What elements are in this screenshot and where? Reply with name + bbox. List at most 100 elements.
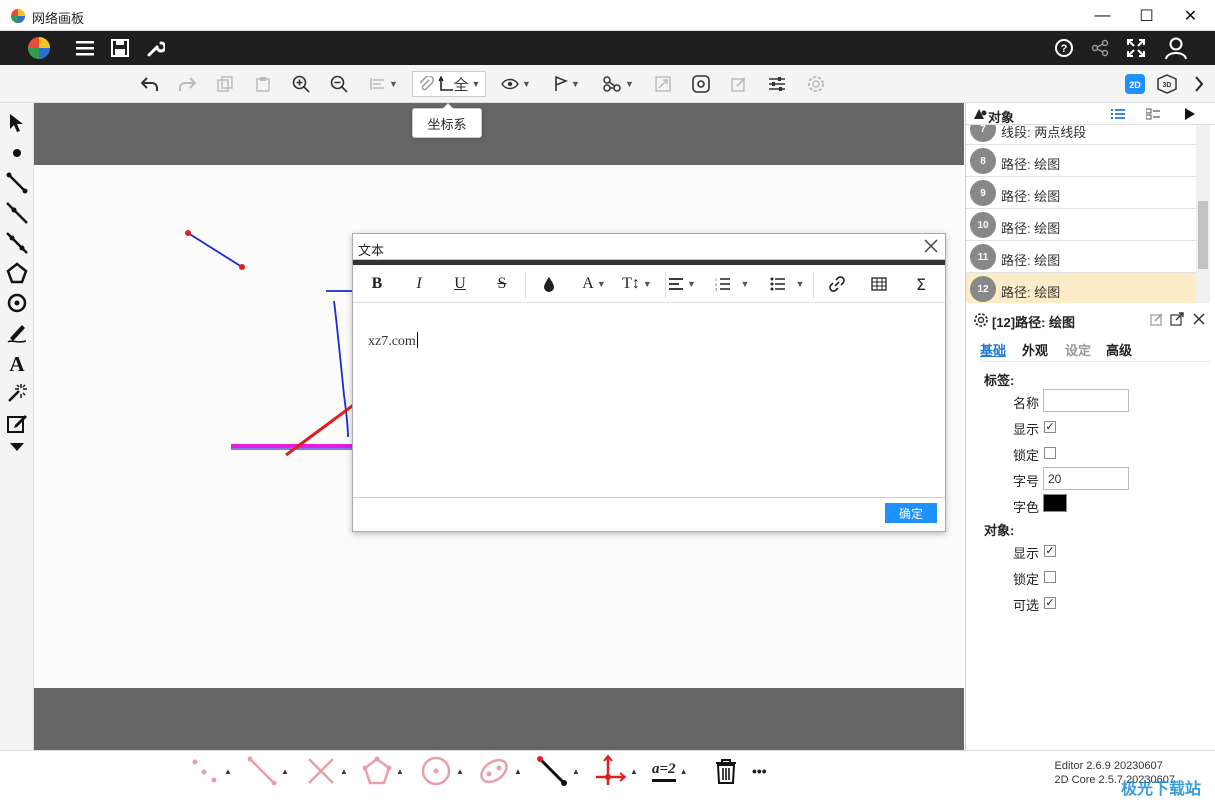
axis-icon [437, 76, 453, 91]
delete-icon[interactable] [714, 753, 738, 789]
circle-tool-group[interactable]: ▲ [420, 753, 464, 789]
object-lock-checkbox[interactable] [1044, 571, 1056, 583]
edit-icon[interactable] [728, 71, 750, 97]
detail-view-icon[interactable] [1146, 108, 1160, 120]
edit-properties-icon[interactable] [1150, 312, 1164, 326]
ray-tool-icon[interactable] [5, 201, 29, 225]
object-row-12[interactable]: 12 路径: 绘图 [966, 273, 1196, 303]
tab-appearance[interactable]: 外观 [1022, 340, 1048, 359]
align-text-dropdown[interactable]: ▼ [667, 272, 697, 296]
brand-logo-icon[interactable] [24, 35, 54, 61]
zoom-out-icon[interactable] [328, 71, 350, 97]
polygon-tool-group[interactable]: ▲ [362, 753, 404, 789]
tab-advanced[interactable]: 高级 [1106, 340, 1132, 359]
variable-tool-group[interactable]: a=2 ▲ [652, 753, 687, 789]
objects-scroll-thumb[interactable] [1198, 201, 1208, 269]
play-icon[interactable] [1184, 107, 1196, 121]
axes-tool-group[interactable]: ▲ [594, 753, 638, 789]
confirm-button[interactable]: 确定 [885, 503, 937, 523]
chevron-right-icon[interactable] [1190, 71, 1208, 97]
menu-icon[interactable] [72, 35, 98, 61]
popout-icon[interactable] [1170, 312, 1184, 326]
zoom-in-icon[interactable] [290, 71, 312, 97]
label-show-checkbox[interactable]: ✓ [1044, 421, 1056, 433]
select-arrow-icon[interactable] [5, 111, 29, 135]
strikethrough-button[interactable]: S [492, 272, 512, 296]
table-icon[interactable] [869, 272, 889, 296]
show-label: 显示 [1013, 422, 1040, 437]
text-editor[interactable]: xz7.com [353, 304, 945, 498]
tab-settings[interactable]: 设定 [1065, 340, 1091, 359]
copy-icon[interactable] [214, 71, 236, 97]
fullscreen-icon[interactable] [1123, 35, 1149, 61]
font-size-input[interactable] [1043, 467, 1129, 490]
share-icon[interactable] [1087, 35, 1113, 61]
font-dropdown[interactable]: A ▼ [579, 272, 609, 296]
transform-dropdown[interactable]: ▼ [600, 71, 636, 97]
underline-button[interactable]: U [450, 272, 470, 296]
circle-tool-icon[interactable] [5, 291, 29, 315]
undo-icon[interactable] [139, 71, 161, 97]
list-view-icon[interactable] [1111, 108, 1125, 120]
close-icon[interactable] [922, 237, 940, 255]
help-icon[interactable]: ? [1051, 35, 1077, 61]
segment-tool-icon[interactable] [5, 171, 29, 195]
close-icon[interactable] [1192, 312, 1206, 326]
paste-icon[interactable] [252, 71, 274, 97]
lock-label: 锁定 [1013, 448, 1040, 463]
object-selectable-checkbox[interactable]: ✓ [1044, 597, 1056, 609]
redo-icon[interactable] [176, 71, 198, 97]
pen-draw-icon[interactable] [5, 321, 29, 345]
resize-icon[interactable] [652, 71, 674, 97]
coordinate-system-dropdown[interactable]: 全 ▼ [412, 71, 486, 97]
object-row-9[interactable]: 9 路径: 绘图 [966, 177, 1196, 209]
minimize-button[interactable]: — [1080, 0, 1125, 31]
more-options-button[interactable]: ••• [752, 753, 767, 789]
magic-wand-icon[interactable] [5, 381, 29, 405]
gear-icon[interactable] [805, 71, 827, 97]
assign-label: a=2 [652, 761, 676, 782]
italic-button[interactable]: I [409, 272, 429, 296]
points-tool-group[interactable]: ▲ [190, 753, 232, 789]
mode-2d-button[interactable]: 2D [1124, 71, 1146, 97]
tab-basic[interactable]: 基础 [980, 340, 1006, 359]
maximize-button[interactable]: ☐ [1124, 0, 1169, 31]
mode-3d-button[interactable]: 3D [1156, 71, 1178, 97]
text-color-icon[interactable] [539, 272, 559, 296]
object-show-checkbox[interactable]: ✓ [1044, 545, 1056, 557]
text-tool-icon[interactable]: A [5, 351, 29, 375]
bold-button[interactable]: B [367, 272, 387, 296]
object-row-11[interactable]: 11 路径: 绘图 [966, 241, 1196, 273]
object-row-7[interactable]: 7 线段: 两点线段 [966, 125, 1196, 145]
polygon-tool-icon[interactable] [5, 261, 29, 285]
object-row-10[interactable]: 10 路径: 绘图 [966, 209, 1196, 241]
bullet-list-dropdown[interactable]: ▼ [767, 272, 807, 296]
name-input[interactable] [1043, 389, 1129, 412]
object-row-8[interactable]: 8 路径: 绘图 [966, 145, 1196, 177]
editor-content[interactable]: xz7.com [368, 332, 418, 350]
ordered-list-dropdown[interactable]: 1 2 3 ▼ [713, 272, 751, 296]
visibility-dropdown[interactable]: ▼ [498, 71, 534, 97]
intersect-tool-group[interactable]: ▲ [306, 753, 348, 789]
close-window-button[interactable]: ✕ [1168, 0, 1213, 31]
align-dropdown[interactable]: ▼ [366, 71, 402, 97]
settings-sliders-icon[interactable] [766, 71, 788, 97]
expand-tools-icon[interactable] [5, 435, 29, 459]
formula-button[interactable]: Σ [911, 272, 931, 296]
line-tool-icon[interactable] [5, 231, 29, 255]
segment-ab[interactable] [185, 230, 245, 270]
edit-box-icon[interactable] [5, 411, 29, 435]
font-size-dropdown[interactable]: T↕ ▼ [621, 272, 653, 296]
conic-tool-group[interactable]: ▲ [478, 753, 522, 789]
save-icon[interactable] [107, 35, 133, 61]
lines-tool-group[interactable]: ▲ [247, 753, 289, 789]
point-tool-icon[interactable] [5, 141, 29, 165]
measure-tool-group[interactable]: ▲ [536, 753, 580, 789]
font-color-swatch[interactable] [1043, 494, 1067, 512]
user-icon[interactable] [1163, 35, 1189, 61]
wrench-icon[interactable] [143, 35, 169, 61]
label-lock-checkbox[interactable] [1044, 447, 1056, 459]
link-icon[interactable] [827, 272, 847, 296]
flag-dropdown[interactable]: ▼ [550, 71, 584, 97]
at-icon[interactable] [690, 71, 712, 97]
